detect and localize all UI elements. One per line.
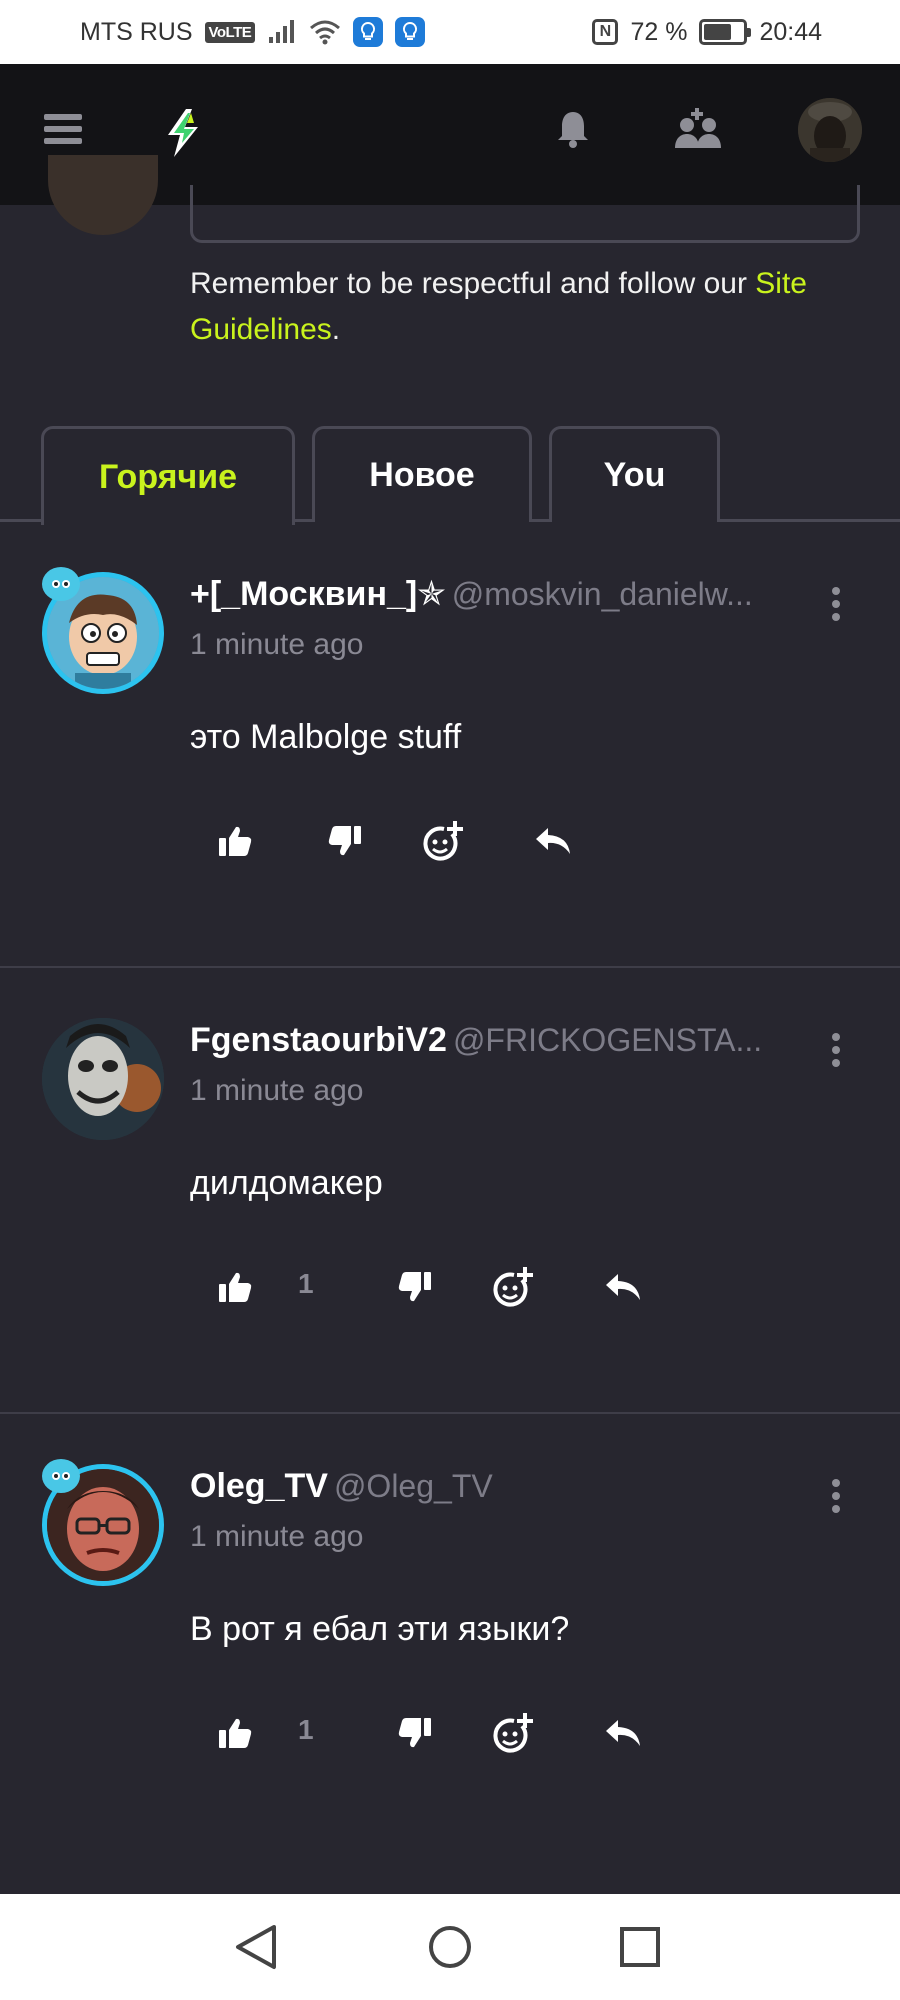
thumbs-down-icon [398,1718,431,1748]
status-bar: MTS RUS VoLTE N 72 % 20:44 [0,0,900,64]
status-right: N 72 % 20:44 [592,18,822,47]
comment-handle[interactable]: @Oleg_TV [334,1468,493,1504]
guidelines-end: . [331,313,341,346]
system-nav-bar [0,1894,900,2000]
add-reaction-button[interactable] [490,1710,536,1756]
comment-timestamp: 1 minute ago [190,1520,364,1553]
reply-icon [536,828,570,854]
comment-header: +[_Москвин_]✯ @moskvin_danielw... [190,572,800,616]
back-triangle-icon [236,1925,276,1969]
composer-avatar [48,155,158,235]
comment-text: В рот я ебал эти языки? [190,1610,570,1648]
comment-composer: Remember to be respectful and follow our… [0,155,900,346]
wifi-icon [310,20,341,45]
guidelines-note: Remember to be respectful and follow our… [190,261,850,353]
add-reaction-icon [423,821,463,861]
signal-icon [269,20,295,43]
home-logo-link[interactable] [156,104,208,162]
comment-author[interactable]: +[_Москвин_]✯ [190,575,446,613]
nfc-icon: N [592,19,619,45]
comment-item: +[_Москвин_]✯ @moskvin_danielw... 1 minut… [0,522,900,968]
thumbs-down-icon [398,1272,431,1302]
comment-timestamp: 1 minute ago [190,628,364,661]
recents-square-icon [620,1927,660,1967]
status-left: MTS RUS VoLTE [80,17,426,47]
comment-header: Oleg_TV @Oleg_TV [190,1464,800,1508]
battery-icon [699,19,752,45]
comment-menu-button[interactable] [818,1474,854,1518]
avatar [798,98,862,162]
comment-item: Oleg_TV @Oleg_TV 1 minute ago В рот я еба… [0,1414,900,1860]
volte-badge: VoLTE [204,21,256,43]
thumbs-up-icon [219,1272,252,1302]
thumbs-up-icon [219,826,252,856]
bell-icon [558,112,588,148]
tab-hot[interactable]: Горячие [41,426,295,525]
comment-author[interactable]: Oleg_TV [190,1467,328,1505]
comment-author[interactable]: FgenstaourbiV2 [190,1021,447,1059]
add-friend-button[interactable] [670,104,726,154]
comment-handle[interactable]: @moskvin_danielw... [452,576,753,612]
reply-button[interactable] [600,1710,646,1756]
comment-menu-button[interactable] [818,1028,854,1072]
creature-badge-icon [42,567,80,601]
home-button[interactable] [422,1919,478,1975]
more-vertical-icon [832,587,840,621]
hamburger-icon [44,114,82,144]
home-circle-icon [429,1926,471,1968]
comment-header: FgenstaourbiV2 @FRICKOGENSTA... [190,1018,800,1062]
more-vertical-icon [832,1033,840,1067]
dislike-button[interactable] [322,818,368,864]
add-reaction-button[interactable] [420,818,466,864]
carrier-label: MTS RUS [80,17,193,46]
bulb-notification-icon-2 [395,17,426,47]
battery-percent: 72 % [630,17,688,46]
add-user-icon [675,108,721,148]
tab-you[interactable]: You [549,426,720,522]
creature-badge-icon [42,1459,80,1493]
dislike-button[interactable] [392,1264,438,1310]
like-count: 1 [298,1268,314,1299]
comment-text: дилдомакер [190,1164,383,1202]
comment-timestamp: 1 minute ago [190,1074,364,1107]
more-vertical-icon [832,1479,840,1513]
add-reaction-button[interactable] [490,1264,536,1310]
notifications-button[interactable] [548,104,598,154]
back-button[interactable] [228,1919,284,1975]
guidelines-text: Remember to be respectful and follow our [190,267,756,300]
lightning-logo-icon [168,109,198,157]
like-button[interactable] [212,818,258,864]
bulb-notification-icon [353,17,384,47]
comment-menu-button[interactable] [818,582,854,626]
profile-avatar-button[interactable] [798,98,862,162]
menu-button[interactable] [38,104,88,154]
reply-icon [606,1274,640,1300]
battery-fill [704,24,732,40]
clock: 20:44 [759,17,822,46]
comment-text: это Malbolge stuff [190,718,462,756]
thumbs-up-icon [219,1718,252,1748]
reply-button[interactable] [530,818,576,864]
comment-sort-tabs: Горячие Новое You [0,424,900,525]
comment-item: FgenstaourbiV2 @FRICKOGENSTA... 1 minute … [0,968,900,1414]
like-button[interactable] [212,1710,258,1756]
add-reaction-icon [493,1713,533,1753]
comment-handle[interactable]: @FRICKOGENSTA... [453,1022,762,1058]
comment-input[interactable] [190,185,860,243]
reply-button[interactable] [600,1264,646,1310]
like-count: 1 [298,1714,314,1745]
dark-avatar-image [42,1018,164,1140]
dislike-button[interactable] [392,1710,438,1756]
recents-button[interactable] [612,1919,668,1975]
tab-new[interactable]: Новое [312,426,532,522]
reply-icon [606,1720,640,1746]
thumbs-down-icon [328,826,361,856]
add-reaction-icon [493,1267,533,1307]
like-button[interactable] [212,1264,258,1310]
avatar[interactable] [42,1018,164,1140]
